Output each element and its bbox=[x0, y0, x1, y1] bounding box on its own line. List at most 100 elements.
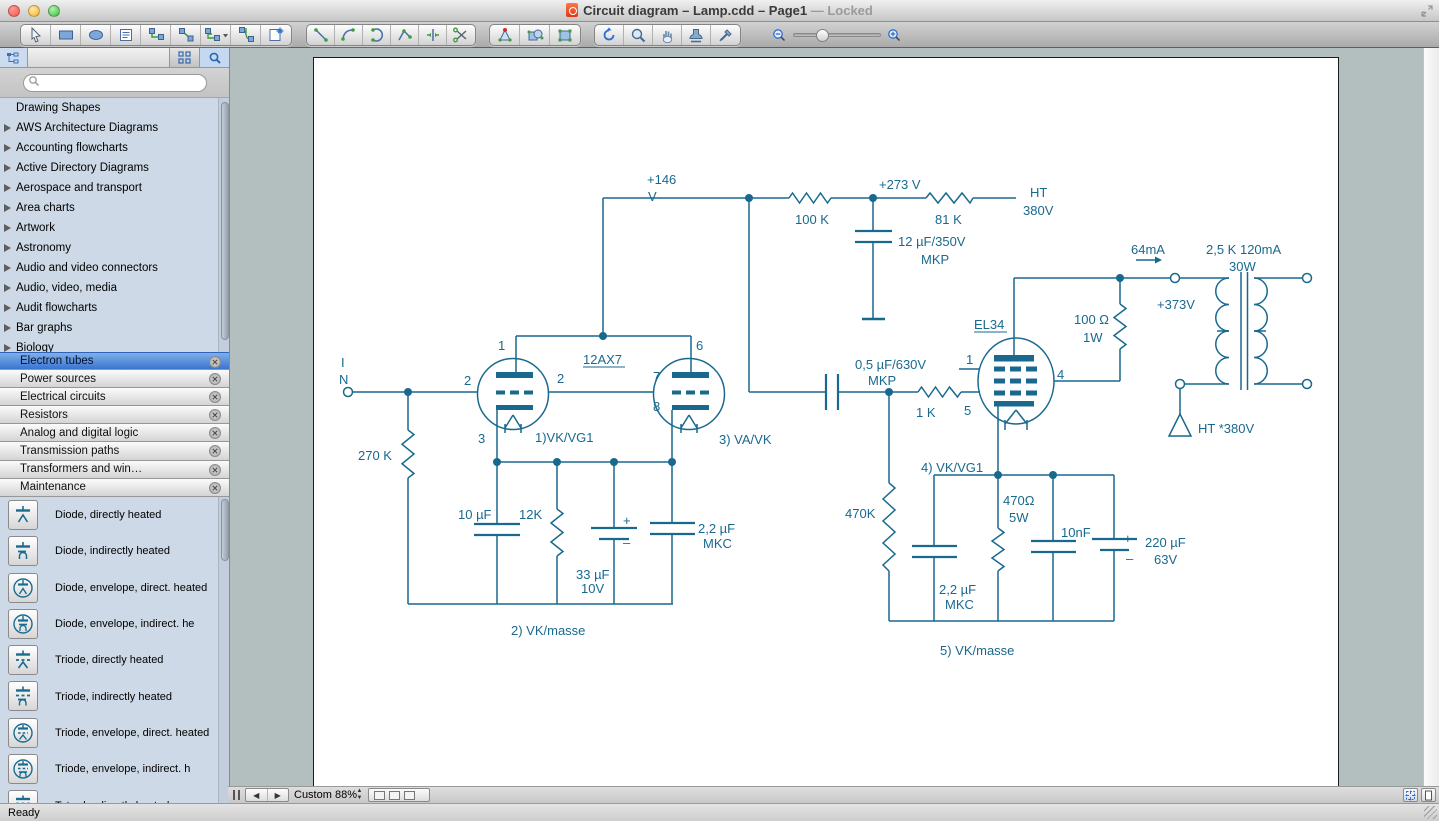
hand-tool-button[interactable] bbox=[653, 25, 682, 45]
close-library-icon[interactable]: ✕ bbox=[209, 391, 221, 403]
next-page-button[interactable]: ▶ bbox=[268, 789, 289, 801]
prev-page-button[interactable]: ◀ bbox=[246, 789, 268, 801]
zoom-level-select[interactable]: Custom 88% bbox=[294, 789, 357, 801]
library-header-electrical-circuits[interactable]: Electrical circuits✕ bbox=[0, 388, 230, 406]
tab-grid-view[interactable] bbox=[170, 48, 200, 67]
splitter-handle[interactable] bbox=[233, 790, 241, 800]
chevron-right-icon[interactable] bbox=[4, 244, 11, 252]
polyline-tool-button[interactable] bbox=[391, 25, 419, 45]
curve-tool-button[interactable] bbox=[363, 25, 391, 45]
shape-item[interactable]: Triode, envelope, indirect. h bbox=[0, 751, 230, 787]
category-item[interactable]: Aerospace and transport bbox=[0, 178, 230, 198]
category-scrollbar[interactable] bbox=[218, 98, 230, 352]
search-input[interactable] bbox=[23, 74, 207, 92]
rectangle-tool-button[interactable] bbox=[51, 25, 81, 45]
close-library-icon[interactable]: ✕ bbox=[209, 482, 221, 494]
zoom-out-icon[interactable] bbox=[772, 28, 787, 43]
category-item[interactable]: Accounting flowcharts bbox=[0, 138, 230, 158]
library-header-resistors[interactable]: Resistors✕ bbox=[0, 406, 230, 424]
fit-page-button[interactable] bbox=[1403, 788, 1418, 802]
shape-item[interactable]: Triode, indirectly heated bbox=[0, 678, 230, 714]
chevron-right-icon[interactable] bbox=[4, 144, 11, 152]
shape-scrollbar-thumb[interactable] bbox=[221, 499, 229, 561]
pointer-tool-button[interactable] bbox=[21, 25, 51, 45]
close-library-icon[interactable]: ✕ bbox=[209, 373, 221, 385]
shape-item[interactable]: Diode, indirectly heated bbox=[0, 533, 230, 569]
chevron-right-icon[interactable] bbox=[4, 344, 11, 352]
close-library-icon[interactable]: ✕ bbox=[209, 445, 221, 457]
category-item[interactable]: Audio and video connectors bbox=[0, 258, 230, 278]
zoom-slider-thumb[interactable] bbox=[816, 29, 829, 42]
zoom-tool-button[interactable] bbox=[624, 25, 653, 45]
chevron-right-icon[interactable] bbox=[4, 264, 11, 272]
eyedropper-tool-button[interactable] bbox=[711, 25, 740, 45]
connector-tree-tool-button[interactable] bbox=[201, 25, 231, 45]
zoom-slider-track[interactable] bbox=[793, 33, 881, 37]
vertical-scrollbar[interactable] bbox=[1423, 48, 1439, 786]
line-tool-button[interactable] bbox=[307, 25, 335, 45]
category-item[interactable]: Active Directory Diagrams bbox=[0, 158, 230, 178]
stamp-tool-button[interactable] bbox=[682, 25, 711, 45]
chevron-right-icon[interactable] bbox=[4, 284, 11, 292]
shape-item[interactable]: Diode, directly heated bbox=[0, 497, 230, 533]
view-mode-1-button[interactable] bbox=[374, 791, 385, 800]
zoom-button[interactable] bbox=[48, 5, 60, 17]
arc-tool-button[interactable] bbox=[335, 25, 363, 45]
library-header-transformers[interactable]: Transformers and win…✕ bbox=[0, 461, 230, 479]
category-item[interactable]: Bar graphs bbox=[0, 318, 230, 338]
close-library-icon[interactable]: ✕ bbox=[209, 427, 221, 439]
tab-tree-view[interactable] bbox=[0, 48, 28, 67]
tab-blank[interactable] bbox=[28, 48, 170, 67]
connector-line-tool-button[interactable] bbox=[171, 25, 201, 45]
library-header-power-sources[interactable]: Power sources✕ bbox=[0, 370, 230, 388]
chevron-right-icon[interactable] bbox=[4, 224, 11, 232]
combine-tool-button[interactable] bbox=[520, 25, 550, 45]
fullscreen-icon[interactable] bbox=[1421, 5, 1433, 17]
chevron-right-icon[interactable] bbox=[4, 164, 11, 172]
chevron-right-icon[interactable] bbox=[4, 304, 11, 312]
library-header-maintenance[interactable]: Maintenance✕ bbox=[0, 479, 230, 497]
group-tool-button[interactable] bbox=[550, 25, 580, 45]
text-tool-button[interactable] bbox=[111, 25, 141, 45]
chevron-right-icon[interactable] bbox=[4, 184, 11, 192]
category-item[interactable]: Area charts bbox=[0, 198, 230, 218]
library-header-transmission-paths[interactable]: Transmission paths✕ bbox=[0, 442, 230, 460]
category-item[interactable]: Biology bbox=[0, 338, 230, 352]
shape-item[interactable]: Tetrode, directly heated bbox=[0, 787, 230, 803]
ellipse-tool-button[interactable] bbox=[81, 25, 111, 45]
zoom-in-icon[interactable] bbox=[887, 28, 902, 43]
shape-item[interactable]: Diode, envelope, direct. heated bbox=[0, 570, 230, 606]
tab-search-view[interactable] bbox=[200, 48, 230, 67]
reshape-tool-button[interactable] bbox=[490, 25, 520, 45]
category-item[interactable]: Drawing Shapes bbox=[0, 98, 230, 118]
category-item[interactable]: Audit flowcharts bbox=[0, 298, 230, 318]
scissors-tool-button[interactable] bbox=[447, 25, 475, 45]
chevron-right-icon[interactable] bbox=[4, 324, 11, 332]
minimize-button[interactable] bbox=[28, 5, 40, 17]
split-tool-button[interactable] bbox=[419, 25, 447, 45]
category-scrollbar-thumb[interactable] bbox=[221, 102, 229, 340]
chevron-right-icon[interactable] bbox=[4, 204, 11, 212]
category-item[interactable]: Artwork bbox=[0, 218, 230, 238]
close-button[interactable] bbox=[8, 5, 20, 17]
rotate-tool-button[interactable] bbox=[595, 25, 624, 45]
library-header-electron-tubes[interactable]: Electron tubes✕ bbox=[0, 352, 230, 370]
close-library-icon[interactable]: ✕ bbox=[209, 409, 221, 421]
library-header-analog-digital-logic[interactable]: Analog and digital logic✕ bbox=[0, 424, 230, 442]
shape-scrollbar[interactable] bbox=[218, 497, 230, 803]
zoom-stepper[interactable]: ▲▼ bbox=[354, 788, 365, 802]
resize-grip[interactable] bbox=[1424, 806, 1437, 819]
category-item[interactable]: Audio, video, media bbox=[0, 278, 230, 298]
view-mode-2-button[interactable] bbox=[389, 791, 400, 800]
page[interactable]: +146 V 100 K +273 V 12 µF/350V MKP 81 K … bbox=[313, 57, 1339, 786]
connector-smart-tool-button[interactable] bbox=[231, 25, 261, 45]
chevron-right-icon[interactable] bbox=[4, 124, 11, 132]
connector-elbow-tool-button[interactable] bbox=[141, 25, 171, 45]
close-library-icon[interactable]: ✕ bbox=[209, 356, 221, 368]
shape-item[interactable]: Diode, envelope, indirect. he bbox=[0, 606, 230, 642]
close-library-icon[interactable]: ✕ bbox=[209, 464, 221, 476]
actual-size-button[interactable] bbox=[1421, 788, 1436, 802]
shape-item[interactable]: Triode, directly heated bbox=[0, 642, 230, 678]
drawing-canvas[interactable]: +146 V 100 K +273 V 12 µF/350V MKP 81 K … bbox=[230, 48, 1439, 786]
view-mode-3-button[interactable] bbox=[404, 791, 415, 800]
